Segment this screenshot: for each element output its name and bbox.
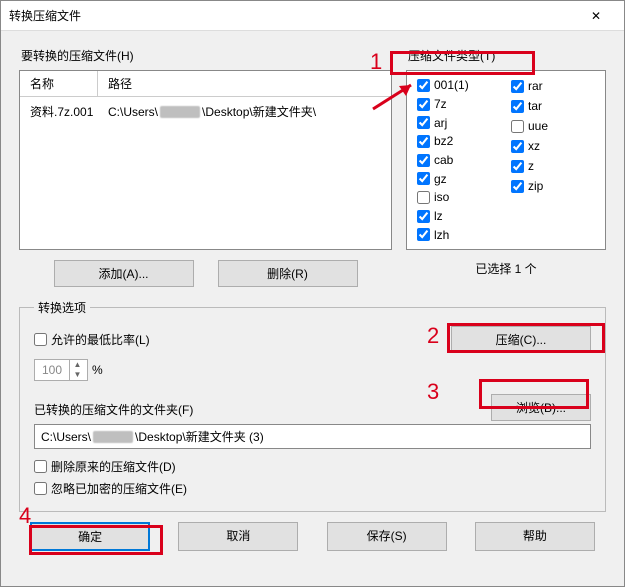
- type-zip-checkbox[interactable]: [511, 180, 524, 193]
- type-gz-label: gz: [434, 172, 447, 186]
- type-z-checkbox[interactable]: [511, 160, 524, 173]
- options-group: 转换选项 允许的最低比率(L) 压缩(C)... ▲ ▼ %: [19, 299, 606, 512]
- file-list[interactable]: 名称 路径 资料.7z.001 C:\Users\\Desktop\新建文件夹\: [19, 70, 392, 250]
- type-uue[interactable]: uue: [511, 117, 595, 135]
- ignore-encrypted[interactable]: 忽略已加密的压缩文件(E): [34, 479, 591, 497]
- browse-button[interactable]: 浏览(B)...: [491, 394, 591, 421]
- folder-label: 已转换的压缩文件的文件夹(F): [34, 401, 193, 418]
- file-name: 资料.7z.001: [30, 103, 108, 120]
- type-arj-checkbox[interactable]: [417, 116, 430, 129]
- percent-label: %: [92, 363, 103, 377]
- type-xz-checkbox[interactable]: [511, 140, 524, 153]
- col-path-header[interactable]: 路径: [98, 71, 391, 96]
- type-iso-checkbox[interactable]: [417, 191, 430, 204]
- save-button[interactable]: 保存(S): [327, 522, 447, 551]
- type-arj-label: arj: [434, 116, 447, 130]
- col-name-header[interactable]: 名称: [20, 71, 98, 96]
- types-group-label: 压缩文件类型(T): [408, 47, 606, 64]
- spinner-down-icon[interactable]: ▼: [70, 370, 85, 380]
- type-lz-checkbox[interactable]: [417, 210, 430, 223]
- type-cab-label: cab: [434, 153, 453, 167]
- type-xz[interactable]: xz: [511, 137, 595, 155]
- redacted-segment: [93, 431, 133, 443]
- add-button[interactable]: 添加(A)...: [54, 260, 194, 287]
- folder-input[interactable]: C:\Users\\Desktop\新建文件夹 (3): [34, 424, 591, 449]
- titlebar: 转换压缩文件 ✕: [1, 1, 624, 31]
- type-001(1)[interactable]: 001(1): [417, 77, 501, 94]
- type-cab-checkbox[interactable]: [417, 154, 430, 167]
- type-xz-label: xz: [528, 139, 540, 153]
- files-group-label: 要转换的压缩文件(H): [21, 47, 392, 64]
- delete-original-checkbox[interactable]: [34, 460, 47, 473]
- ok-button[interactable]: 确定: [30, 522, 150, 551]
- type-gz[interactable]: gz: [417, 170, 501, 187]
- type-iso[interactable]: iso: [417, 189, 501, 206]
- selected-count: 已选择 1 个: [406, 260, 606, 277]
- type-bz2[interactable]: bz2: [417, 133, 501, 150]
- type-gz-checkbox[interactable]: [417, 172, 430, 185]
- type-arj[interactable]: arj: [417, 114, 501, 131]
- type-7z-checkbox[interactable]: [417, 98, 430, 111]
- type-bz2-checkbox[interactable]: [417, 135, 430, 148]
- close-button[interactable]: ✕: [576, 2, 616, 30]
- file-list-header: 名称 路径: [20, 71, 391, 97]
- allow-min-ratio-checkbox[interactable]: [34, 333, 47, 346]
- file-path: C:\Users\\Desktop\新建文件夹\: [108, 103, 381, 120]
- type-z-label: z: [528, 159, 534, 173]
- spinner-up-icon[interactable]: ▲: [70, 360, 85, 370]
- window-title: 转换压缩文件: [9, 7, 576, 24]
- type-cab[interactable]: cab: [417, 152, 501, 169]
- type-7z-label: 7z: [434, 97, 447, 111]
- ratio-spinner-input[interactable]: [35, 362, 69, 378]
- delete-original-label: 删除原来的压缩文件(D): [51, 458, 176, 475]
- type-z[interactable]: z: [511, 157, 595, 175]
- ignore-encrypted-checkbox[interactable]: [34, 482, 47, 495]
- file-row[interactable]: 资料.7z.001 C:\Users\\Desktop\新建文件夹\: [22, 101, 389, 122]
- type-uue-checkbox[interactable]: [511, 120, 524, 133]
- ratio-spinner[interactable]: ▲ ▼: [34, 359, 88, 381]
- compress-button[interactable]: 压缩(C)...: [451, 326, 591, 353]
- type-tar-checkbox[interactable]: [511, 100, 524, 113]
- type-bz2-label: bz2: [434, 134, 453, 148]
- type-lz[interactable]: lz: [417, 208, 501, 225]
- type-rar[interactable]: rar: [511, 77, 595, 95]
- redacted-segment: [160, 106, 200, 118]
- type-001(1)-checkbox[interactable]: [417, 79, 430, 92]
- type-lz-label: lz: [434, 209, 443, 223]
- type-tar-label: tar: [528, 99, 542, 113]
- allow-min-ratio-label: 允许的最低比率(L): [51, 331, 150, 348]
- ignore-encrypted-label: 忽略已加密的压缩文件(E): [51, 480, 187, 497]
- type-rar-checkbox[interactable]: [511, 80, 524, 93]
- type-lzh-checkbox[interactable]: [417, 228, 430, 241]
- type-tar[interactable]: tar: [511, 97, 595, 115]
- type-iso-label: iso: [434, 190, 449, 204]
- type-rar-label: rar: [528, 79, 543, 93]
- type-lzh[interactable]: lzh: [417, 226, 501, 243]
- type-zip[interactable]: zip: [511, 177, 595, 195]
- close-icon: ✕: [591, 9, 601, 23]
- type-zip-label: zip: [528, 179, 543, 193]
- cancel-button[interactable]: 取消: [178, 522, 298, 551]
- type-7z[interactable]: 7z: [417, 96, 501, 113]
- type-lzh-label: lzh: [434, 228, 449, 242]
- delete-original[interactable]: 删除原来的压缩文件(D): [34, 457, 591, 475]
- allow-min-ratio[interactable]: 允许的最低比率(L): [34, 331, 150, 349]
- options-legend: 转换选项: [34, 299, 90, 316]
- type-001(1)-label: 001(1): [434, 78, 469, 92]
- help-button[interactable]: 帮助: [475, 522, 595, 551]
- type-uue-label: uue: [528, 119, 548, 133]
- types-box: 001(1) 7z arj bz2 cab gz iso lz lzh rar tar uue xz z…: [406, 70, 606, 250]
- remove-button[interactable]: 删除(R): [218, 260, 358, 287]
